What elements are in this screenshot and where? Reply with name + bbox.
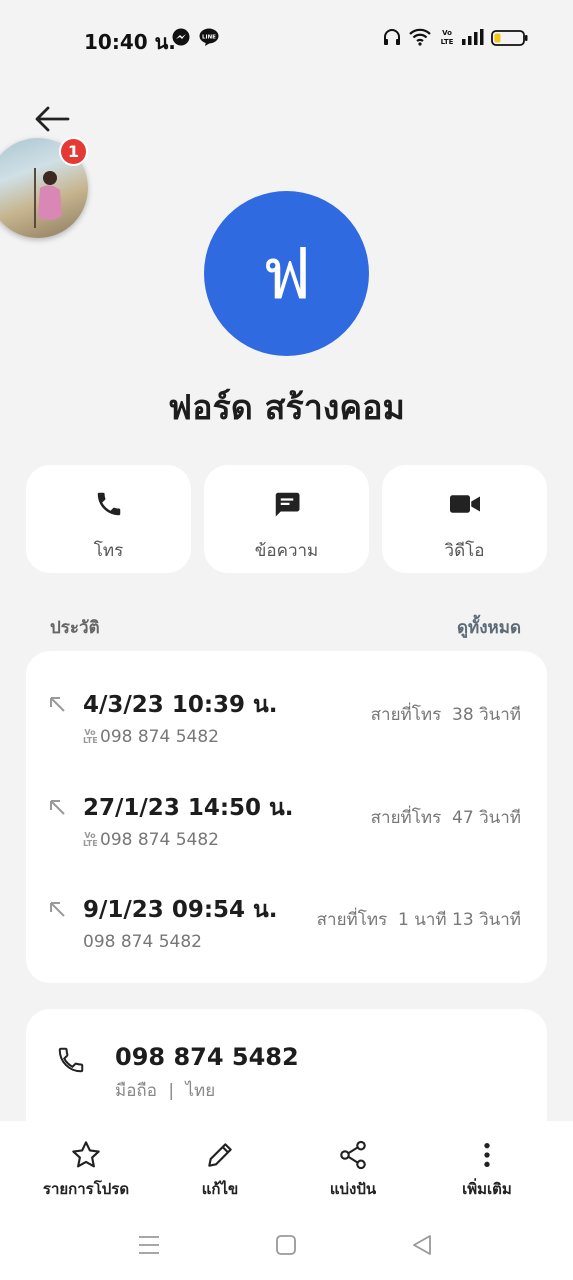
outgoing-call-icon: [50, 697, 65, 712]
call-date: 4/3/23 10:39 น.: [83, 692, 278, 718]
share-button[interactable]: แบ่งปัน: [283, 1139, 423, 1201]
volte-icon: Vo LTE: [441, 29, 454, 46]
phone-meta-separator: |: [168, 1081, 175, 1101]
headphones-icon: [384, 29, 400, 45]
more-vertical-icon: [484, 1143, 490, 1167]
call-type: สายที่โทร: [316, 910, 388, 930]
call-type: สายที่โทร: [370, 808, 442, 828]
call-number: 098 874 5482: [83, 932, 202, 952]
call-meta: สายที่โทร 38 วินาที: [371, 701, 521, 728]
call-number-text: 098 874 5482: [100, 830, 219, 850]
phone-icon: [97, 492, 120, 516]
notification-badge: 1: [59, 137, 88, 166]
phone-region: ไทย: [185, 1081, 216, 1101]
wifi-icon: [409, 28, 431, 46]
call-meta: สายที่โทร 1 นาที 13 วินาที: [317, 906, 521, 933]
battery-icon: [491, 30, 528, 46]
volte-icon: Vo LTE: [83, 728, 98, 745]
edit-label: แก้ไข: [201, 1180, 239, 1198]
avatar-initial: ฟ: [261, 233, 312, 315]
call-number-text: 098 874 5482: [100, 727, 219, 747]
svg-text:LTE: LTE: [441, 38, 454, 46]
bubble-photo-figure: [34, 168, 62, 228]
video-action-button[interactable]: วิดีโอ: [382, 465, 547, 573]
contact-name: ฟอร์ด สร้างคอม: [168, 388, 405, 428]
phone-type: มือถือ: [115, 1081, 157, 1101]
history-title: ประวัติ: [50, 618, 100, 638]
call-date: 27/1/23 14:50 น.: [83, 795, 294, 821]
contact-avatar: ฟ: [204, 191, 369, 356]
video-icon: [449, 495, 480, 513]
recent-apps-icon[interactable]: [138, 1233, 160, 1257]
call-action-button[interactable]: โทร: [26, 465, 191, 573]
call-number: Vo LTE 098 874 5482: [83, 727, 219, 747]
signal-icon: [462, 29, 484, 45]
volte-icon: Vo LTE: [83, 831, 98, 848]
call-duration: 1 นาที 13 วินาที: [398, 910, 521, 930]
call-type: สายที่โทร: [370, 705, 442, 725]
system-nav-bar: [0, 1213, 573, 1280]
status-bar: 10:40 น. LINE Vo LTE: [0, 0, 573, 78]
pencil-icon: [208, 1143, 232, 1167]
call-history-card: 4/3/23 10:39 น. Vo LTE 098 874 5482 สายที…: [26, 651, 547, 983]
call-meta: สายที่โทร 47 วินาที: [371, 804, 521, 831]
phone-outline-icon: [58, 1047, 84, 1073]
call-duration: 38 วินาที: [452, 705, 521, 725]
more-button[interactable]: เพิ่มเติม: [417, 1139, 557, 1201]
call-number-text: 098 874 5482: [83, 932, 202, 952]
share-icon: [340, 1140, 366, 1170]
call-history-row[interactable]: 4/3/23 10:39 น. Vo LTE 098 874 5482 สายที…: [26, 687, 547, 767]
share-label: แบ่งปัน: [329, 1180, 377, 1198]
call-duration: 47 วินาที: [452, 808, 521, 828]
more-label: เพิ่มเติม: [462, 1180, 512, 1198]
favorite-label: รายการโปรด: [42, 1180, 130, 1198]
svg-text:Vo: Vo: [442, 29, 452, 37]
message-icon: [275, 492, 299, 517]
home-icon[interactable]: [275, 1233, 297, 1257]
bottom-action-bar: รายการโปรด แก้ไข แบ่งปัน เพิ่มเติม: [0, 1121, 573, 1213]
back-arrow-icon[interactable]: [32, 102, 72, 136]
star-icon: [72, 1141, 100, 1168]
messenger-icon: [172, 28, 190, 46]
phone-number: 098 874 5482: [115, 1043, 299, 1071]
call-number: Vo LTE 098 874 5482: [83, 830, 219, 850]
call-history-row[interactable]: 9/1/23 09:54 น. 098 874 5482 สายที่โทร 1…: [26, 892, 547, 972]
call-action-label: โทร: [93, 541, 124, 561]
message-action-button[interactable]: ข้อความ: [204, 465, 369, 573]
status-time: 10:40 น.: [84, 30, 176, 54]
back-nav-icon[interactable]: [411, 1233, 433, 1257]
svg-text:LINE: LINE: [202, 35, 216, 41]
message-action-label: ข้อความ: [254, 541, 319, 561]
outgoing-call-icon: [50, 902, 65, 917]
call-history-row[interactable]: 27/1/23 14:50 น. Vo LTE 098 874 5482 สายท…: [26, 790, 547, 870]
edit-button[interactable]: แก้ไข: [150, 1139, 290, 1201]
favorite-button[interactable]: รายการโปรด: [16, 1139, 156, 1201]
video-action-label: วิดีโอ: [444, 541, 485, 561]
outgoing-call-icon: [50, 800, 65, 815]
view-all-link[interactable]: ดูทั้งหมด: [457, 614, 521, 641]
line-app-icon: LINE: [199, 28, 219, 46]
phone-number-meta: มือถือ | ไทย: [115, 1077, 215, 1104]
call-date: 9/1/23 09:54 น.: [83, 897, 278, 923]
